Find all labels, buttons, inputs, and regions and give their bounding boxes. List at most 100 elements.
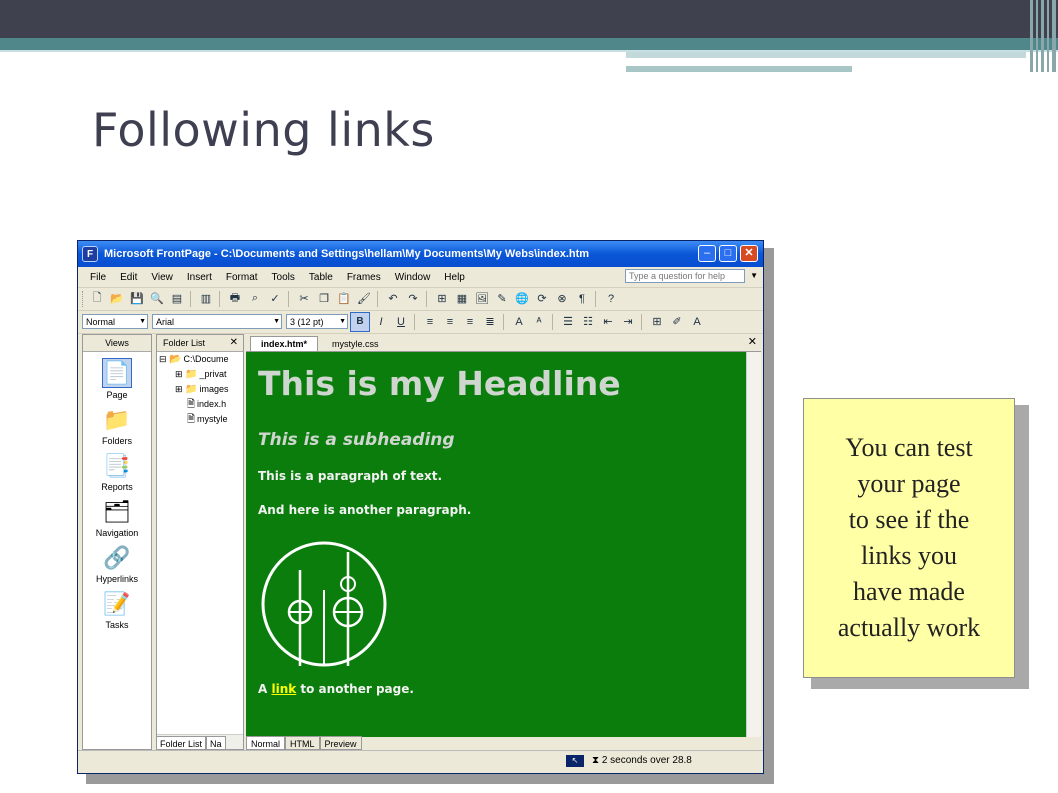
tree-item-index[interactable]: 🗎 index.h (157, 397, 243, 412)
tab-mystyle-css[interactable]: mystyle.css (322, 337, 389, 351)
slide-title: Following links (92, 103, 435, 157)
maximize-button[interactable]: □ (719, 245, 737, 262)
chevron-down-icon: ▼ (339, 318, 346, 325)
decrease-font-icon[interactable]: ᴬ (530, 313, 548, 331)
align-right-icon[interactable]: ≡ (461, 313, 479, 331)
view-folders[interactable]: 📁 Folders (83, 406, 151, 446)
insert-table-icon[interactable]: ▦ (453, 290, 471, 308)
close-button[interactable]: ✕ (740, 245, 758, 262)
insert-picture-icon[interactable]: 🖼 (473, 290, 491, 308)
ask-question-input[interactable]: Type a question for help (625, 269, 745, 283)
cut-icon[interactable]: ✂ (295, 290, 313, 308)
help-icon[interactable]: ? (602, 290, 620, 308)
tab-preview[interactable]: Preview (319, 736, 362, 750)
hyperlinks-view-icon: 🔗 (103, 545, 131, 570)
view-page[interactable]: 📄 Page (83, 358, 151, 400)
preview-icon[interactable]: ⌕ (246, 290, 264, 308)
page-headline[interactable]: This is my Headline (258, 364, 621, 403)
spelling-icon[interactable]: ✓ (266, 290, 284, 308)
italic-button[interactable]: I (372, 313, 390, 331)
toggle-pane-icon[interactable]: ▥ (197, 290, 215, 308)
save-icon[interactable]: 💾 (128, 290, 146, 308)
menu-help[interactable]: Help (442, 272, 467, 283)
align-center-icon[interactable]: ≡ (441, 313, 459, 331)
drawing-icon[interactable]: ✎ (493, 290, 511, 308)
page-canvas[interactable]: This is my Headline This is a subheading… (246, 352, 746, 737)
stop-icon[interactable]: ⊗ (553, 290, 571, 308)
collapse-icon[interactable]: ⊟ (159, 354, 167, 364)
tab-normal[interactable]: Normal (246, 736, 286, 750)
document-tabs: index.htm* mystyle.css ✕ (246, 334, 761, 352)
publish-icon[interactable]: ▤ (168, 290, 186, 308)
hyperlink-icon[interactable]: 🌐 (513, 290, 531, 308)
window-titlebar[interactable]: F Microsoft FrontPage - C:\Documents and… (78, 241, 763, 267)
highlight-icon[interactable]: ✐ (668, 313, 686, 331)
paste-icon[interactable]: 📋 (335, 290, 353, 308)
tree-item-private[interactable]: ⊞ 📁 _privat (157, 367, 243, 382)
bold-button[interactable]: B (350, 311, 370, 332)
increase-indent-icon[interactable]: ⇥ (619, 313, 637, 331)
menu-edit[interactable]: Edit (118, 272, 139, 283)
tree-item-images[interactable]: ⊞ 📁 images (157, 382, 243, 397)
search-icon[interactable]: 🔍 (148, 290, 166, 308)
undo-icon[interactable]: ↶ (384, 290, 402, 308)
menu-table[interactable]: Table (307, 272, 335, 283)
menu-frames[interactable]: Frames (345, 272, 383, 283)
underline-button[interactable]: U (392, 313, 410, 331)
status-text: 2 seconds over 28.8 (601, 755, 692, 766)
tree-item-mystyle[interactable]: 🗎 mystyle (157, 412, 243, 427)
close-icon[interactable]: ✕ (230, 335, 238, 351)
tree-item-root[interactable]: ⊟ 📂 C:\Docume (157, 352, 243, 367)
view-hyperlinks[interactable]: 🔗 Hyperlinks (83, 544, 151, 584)
justify-icon[interactable]: ≣ (481, 313, 499, 331)
menu-view[interactable]: View (149, 272, 175, 283)
copy-icon[interactable]: ❐ (315, 290, 333, 308)
view-reports[interactable]: 📑 Reports (83, 452, 151, 492)
menu-format[interactable]: Format (224, 272, 260, 283)
expand-icon[interactable]: ⊞ (175, 384, 183, 394)
refresh-icon[interactable]: ⟳ (533, 290, 551, 308)
font-color-icon[interactable]: A (688, 313, 706, 331)
chevron-down-icon: ▼ (139, 318, 146, 325)
chevron-down-icon[interactable]: ▼ (750, 271, 758, 280)
font-size-select[interactable]: 3 (12 pt) ▼ (286, 314, 348, 329)
increase-font-icon[interactable]: A (510, 313, 528, 331)
menu-file[interactable]: File (88, 272, 108, 283)
tower-logo-image[interactable] (260, 540, 388, 668)
show-all-icon[interactable]: ¶ (573, 290, 591, 308)
format-painter-icon[interactable]: 🖌 (355, 290, 373, 308)
expand-icon[interactable]: ⊞ (175, 369, 183, 379)
numbering-icon[interactable]: ☰ (559, 313, 577, 331)
page-paragraph[interactable]: This is a paragraph of text. (258, 469, 442, 483)
redo-icon[interactable]: ↷ (404, 290, 422, 308)
page-paragraph[interactable]: And here is another paragraph. (258, 503, 471, 517)
tab-html[interactable]: HTML (285, 736, 320, 750)
menu-window[interactable]: Window (393, 272, 433, 283)
tab-folder-list[interactable]: Folder List (156, 736, 207, 750)
open-icon[interactable]: 📂 (108, 290, 126, 308)
minimize-button[interactable]: – (698, 245, 716, 262)
menu-insert[interactable]: Insert (185, 272, 214, 283)
style-select[interactable]: Normal ▼ (82, 314, 148, 329)
html-file-icon: 🗎 (187, 399, 196, 410)
bullets-icon[interactable]: ☷ (579, 313, 597, 331)
editor-vertical-scrollbar[interactable] (746, 352, 761, 737)
frontpage-icon[interactable]: F (82, 246, 98, 262)
new-page-icon[interactable]: 🗋 (88, 290, 106, 308)
align-left-icon[interactable]: ≡ (421, 313, 439, 331)
print-icon[interactable]: 🖶 (226, 290, 244, 308)
decrease-indent-icon[interactable]: ⇤ (599, 313, 617, 331)
view-tasks[interactable]: 📝 Tasks (83, 590, 151, 630)
view-navigation[interactable]: 🗂 Navigation (83, 498, 151, 538)
menu-tools[interactable]: Tools (270, 272, 297, 283)
page-hyperlink[interactable]: link (271, 682, 296, 696)
page-subheading[interactable]: This is a subheading (258, 430, 455, 450)
tab-index-htm[interactable]: index.htm* (250, 336, 319, 351)
toolbar-grip[interactable] (82, 290, 86, 307)
close-icon[interactable]: ✕ (748, 335, 757, 348)
web-component-icon[interactable]: ⊞ (433, 290, 451, 308)
font-select[interactable]: Arial ▼ (152, 314, 282, 329)
tab-navigation[interactable]: Na (206, 736, 226, 750)
borders-icon[interactable]: ⊞ (648, 313, 666, 331)
view-label: Hyperlinks (95, 574, 138, 584)
